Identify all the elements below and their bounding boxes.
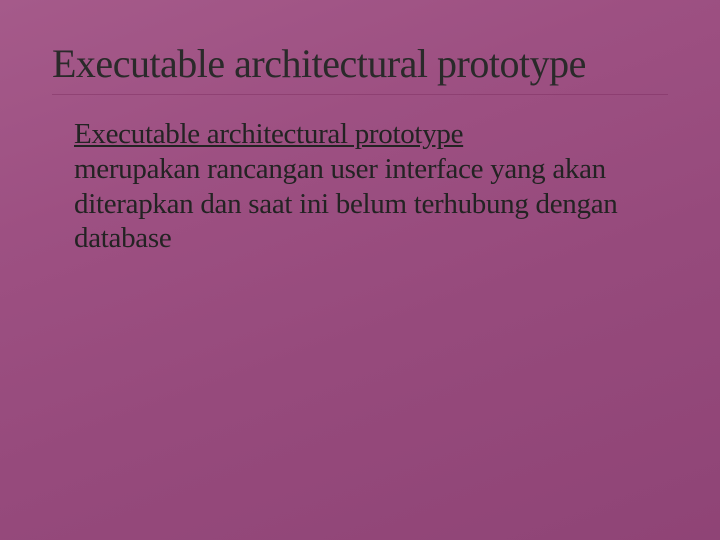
slide-body: Executable architectural prototype merup… xyxy=(52,117,668,256)
body-subtitle: Executable architectural prototype xyxy=(74,117,658,152)
slide-title: Executable architectural prototype xyxy=(52,42,668,95)
body-description: merupakan rancangan user interface yang … xyxy=(74,152,658,256)
slide-container: Executable architectural prototype Execu… xyxy=(0,0,720,540)
